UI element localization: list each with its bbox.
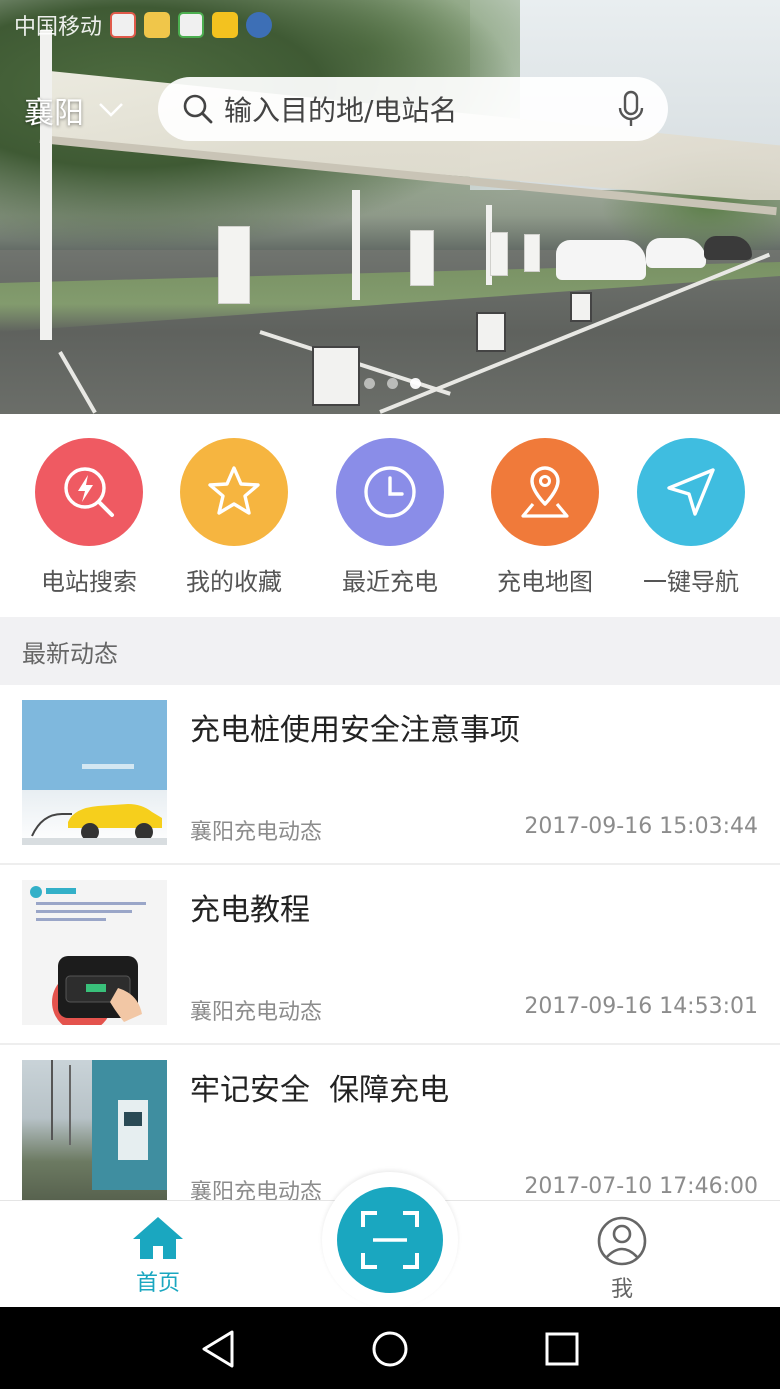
- system-navigation-bar: [0, 1307, 780, 1389]
- microphone-icon[interactable]: [618, 90, 644, 128]
- news-title: 充电桩使用安全注意事项: [190, 713, 520, 748]
- user-profile-icon: [597, 1216, 647, 1266]
- banner-parking-sign: [476, 312, 506, 352]
- notification-icon: [212, 12, 239, 38]
- back-button[interactable]: [196, 1327, 240, 1371]
- city-selector[interactable]: 襄阳: [24, 88, 124, 132]
- banner-car: [556, 240, 646, 280]
- banner-dot-active[interactable]: [410, 378, 421, 389]
- search-icon: [183, 94, 213, 124]
- news-source: 襄阳充电动态: [190, 1180, 323, 1200]
- menu-favorites[interactable]: 我的收藏: [159, 438, 309, 597]
- menu-label: 充电地图: [497, 568, 593, 596]
- search-bar[interactable]: 输入目的地/电站名: [158, 77, 668, 141]
- news-thumbnail: [22, 700, 167, 845]
- banner-charger: [218, 226, 250, 304]
- home-icon: [133, 1217, 183, 1259]
- menu-icon-circle: [35, 438, 143, 546]
- news-list[interactable]: 充电桩使用安全注意事项 襄阳充电动态 2017-09-16 15:03:44 充…: [0, 685, 780, 1200]
- clock-icon: [364, 466, 416, 518]
- navigation-arrow-icon: [667, 468, 715, 516]
- carrier-name: 中国移动: [14, 15, 103, 40]
- recents-square-icon: [545, 1332, 579, 1366]
- map-pin-icon: [521, 466, 569, 518]
- notification-icon: [110, 12, 137, 38]
- news-timestamp: 2017-09-16 15:03:44: [524, 814, 758, 839]
- notification-icon: [246, 12, 273, 38]
- home-system-button[interactable]: [368, 1327, 412, 1371]
- search-input[interactable]: 输入目的地/电站名: [224, 89, 618, 129]
- city-name: 襄阳: [24, 96, 84, 131]
- banner-dot[interactable]: [364, 378, 375, 389]
- tab-me[interactable]: 我: [552, 1215, 692, 1303]
- menu-icon-circle: [637, 438, 745, 546]
- news-timestamp: 2017-09-16 14:53:01: [524, 994, 758, 1019]
- banner-car: [704, 236, 752, 260]
- scan-button[interactable]: [337, 1187, 443, 1293]
- menu-label: 我的收藏: [186, 568, 282, 596]
- station-search-icon: [64, 467, 114, 517]
- news-item[interactable]: 充电桩使用安全注意事项 襄阳充电动态 2017-09-16 15:03:44: [0, 685, 780, 865]
- banner-charger: [524, 234, 540, 272]
- menu-label: 一键导航: [643, 568, 739, 596]
- tab-home[interactable]: 首页: [88, 1215, 228, 1297]
- status-bar: 中国移动: [0, 0, 780, 50]
- banner-pagination: [364, 378, 421, 389]
- chevron-down-icon: [99, 103, 123, 117]
- news-item[interactable]: 充电教程 襄阳充电动态 2017-09-16 14:53:01: [0, 865, 780, 1045]
- tutorial-illustration: [30, 886, 146, 1025]
- notification-icon: [144, 12, 171, 38]
- banner-charger: [490, 232, 508, 276]
- banner-dot[interactable]: [387, 378, 398, 389]
- scan-button-wrapper: [322, 1172, 458, 1308]
- tab-home-label: 首页: [135, 1271, 180, 1296]
- menu-recent-charging[interactable]: 最近充电: [315, 438, 465, 597]
- banner-pole: [40, 30, 52, 340]
- news-thumbnail: [22, 1060, 167, 1200]
- menu-label: 电站搜索: [41, 568, 137, 596]
- charging-station-photo: [51, 1060, 167, 1190]
- banner-parking-sign: [312, 346, 360, 406]
- map-notification-icon: [178, 12, 205, 38]
- back-triangle-icon: [202, 1330, 234, 1368]
- car-illustration: [22, 764, 167, 845]
- menu-one-click-navigation[interactable]: 一键导航: [616, 438, 766, 597]
- banner-parking-sign: [570, 292, 592, 322]
- news-title: 牢记安全 保障充电: [190, 1073, 450, 1108]
- news-source: 襄阳充电动态: [190, 820, 323, 845]
- menu-charging-map[interactable]: 充电地图: [470, 438, 620, 597]
- news-thumbnail: [22, 880, 167, 1025]
- menu-icon-circle: [336, 438, 444, 546]
- scan-qr-icon: [361, 1211, 419, 1269]
- news-source: 襄阳充电动态: [190, 1000, 323, 1025]
- section-title: 最新动态: [22, 639, 118, 668]
- banner-pole: [352, 190, 360, 300]
- banner-car: [646, 238, 706, 268]
- home-circle-icon: [372, 1331, 408, 1367]
- menu-station-search[interactable]: 电站搜索: [14, 438, 164, 597]
- news-timestamp: 2017-07-10 17:46:00: [524, 1174, 758, 1199]
- banner-charger: [410, 230, 434, 286]
- hero-banner[interactable]: [0, 0, 780, 414]
- star-icon: [208, 466, 260, 515]
- quick-menu: 电站搜索 我的收藏 最近充电 充电地图 一键导航: [0, 414, 780, 617]
- menu-icon-circle: [491, 438, 599, 546]
- recents-button[interactable]: [540, 1327, 584, 1371]
- menu-icon-circle: [180, 438, 288, 546]
- news-title: 充电教程: [190, 893, 310, 928]
- news-section-header: 最新动态: [0, 617, 780, 685]
- tab-me-label: 我: [610, 1277, 633, 1302]
- menu-label: 最近充电: [342, 568, 438, 596]
